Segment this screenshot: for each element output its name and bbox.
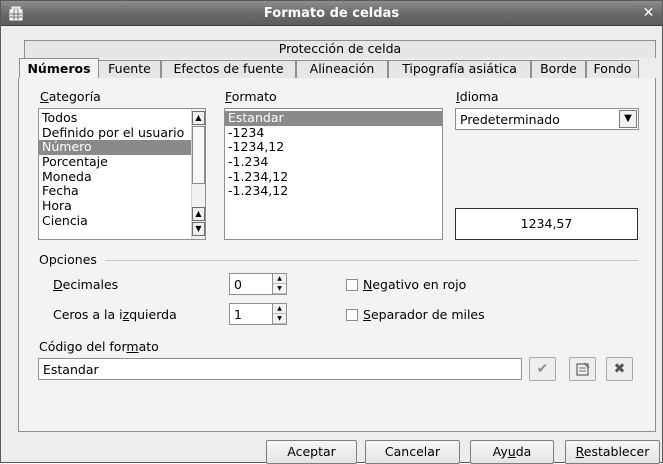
- delete-code-button[interactable]: ✖: [606, 357, 633, 381]
- list-item[interactable]: Porcentaje: [39, 154, 205, 170]
- scroll-down-icon[interactable]: ▼: [192, 222, 205, 236]
- negativo-rojo-label[interactable]: Negativo en rojo: [363, 277, 466, 292]
- tab-fondo[interactable]: Fondo: [586, 60, 639, 78]
- idioma-label-rest: dioma: [459, 89, 499, 104]
- decrement-icon[interactable]: ▼: [273, 314, 286, 324]
- decimales-value[interactable]: 0: [234, 277, 242, 292]
- ayuda-button[interactable]: Ayuda: [470, 440, 554, 464]
- tab-efectos-fuente[interactable]: Efectos de fuente: [161, 60, 296, 78]
- formato-label-rest: ormato: [231, 89, 277, 104]
- list-item[interactable]: -1.234: [225, 154, 442, 170]
- close-icon[interactable]: ✕: [641, 6, 656, 21]
- formato-listbox[interactable]: Estandar -1234 -1234,12 -1.234 -1.234,12…: [224, 108, 443, 240]
- ceros-label: Ceros a la izquierda: [53, 307, 177, 322]
- list-item[interactable]: -1.234,12: [225, 184, 442, 199]
- window-title: Formato de celdas: [263, 6, 400, 21]
- codigo-formato-value[interactable]: Estandar: [43, 362, 99, 377]
- format-preview: 1234,57: [455, 208, 638, 240]
- tab-proteccion-celda[interactable]: Protección de celda: [24, 40, 656, 58]
- scroll-up-icon[interactable]: ▲: [192, 111, 205, 125]
- codigo-formato-input[interactable]: Estandar: [38, 358, 522, 380]
- list-item[interactable]: Moneda: [39, 169, 205, 185]
- list-item-selected[interactable]: Estandar: [225, 110, 442, 126]
- stepper-buttons[interactable]: ▲ ▼: [272, 274, 286, 294]
- edit-comment-button[interactable]: [569, 357, 596, 381]
- formato-label: Formato: [225, 89, 277, 104]
- decimales-stepper[interactable]: 0 ▲ ▼: [229, 273, 287, 295]
- tab-numeros[interactable]: Números: [19, 58, 99, 78]
- tab-alineacion[interactable]: Alineación: [296, 60, 388, 78]
- decimales-label-rest: ecimales: [62, 277, 119, 292]
- ceros-stepper[interactable]: 1 ▲ ▼: [229, 303, 287, 325]
- separador-miles-label[interactable]: Separador de miles: [363, 307, 485, 322]
- increment-icon[interactable]: ▲: [273, 274, 286, 284]
- list-item[interactable]: Definido por el usuario: [39, 125, 205, 141]
- categoria-scrollbar[interactable]: ▲ ▲ ▼: [191, 109, 205, 239]
- decrement-icon[interactable]: ▼: [273, 284, 286, 294]
- opciones-section-label: Opciones: [39, 252, 97, 267]
- chevron-down-icon[interactable]: ▼: [619, 110, 637, 128]
- aceptar-button[interactable]: Aceptar: [266, 440, 357, 464]
- edit-comment-icon: [575, 362, 590, 376]
- ceros-value[interactable]: 1: [234, 307, 242, 322]
- title-bar[interactable]: Formato de celdas ✕: [1, 1, 662, 26]
- categoria-listbox[interactable]: Todos Definido por el usuario Número Por…: [38, 108, 206, 240]
- opciones-separator: [105, 260, 638, 261]
- stepper-buttons[interactable]: ▲ ▼: [272, 304, 286, 324]
- increment-icon[interactable]: ▲: [273, 304, 286, 314]
- idioma-value: Predeterminado: [460, 112, 560, 127]
- idioma-dropdown[interactable]: Predeterminado ▼: [455, 108, 639, 130]
- cancelar-button[interactable]: Cancelar: [365, 440, 460, 464]
- checkmark-icon: ✔: [536, 361, 549, 377]
- list-item[interactable]: Ciencia: [39, 213, 205, 229]
- list-item[interactable]: -1.234,12: [225, 169, 442, 185]
- tab-fuente[interactable]: Fuente: [99, 60, 161, 78]
- codigo-formato-label: Código del formato: [39, 339, 159, 354]
- tab-borde[interactable]: Borde: [531, 60, 586, 78]
- scroll-up-icon[interactable]: ▲: [192, 207, 205, 221]
- format-cells-dialog: Formato de celdas ✕ Protección de celda …: [0, 0, 663, 464]
- list-item[interactable]: -1234,12: [225, 140, 442, 155]
- categoria-label-rest: ategoría: [48, 89, 101, 104]
- list-item-selected[interactable]: Número: [39, 140, 205, 156]
- list-item[interactable]: Fecha: [39, 184, 205, 199]
- restablecer-button[interactable]: Restablecer: [565, 440, 660, 464]
- delete-x-icon: ✖: [613, 361, 626, 377]
- list-item[interactable]: Todos: [39, 110, 205, 126]
- tab-row-2: Números Fuente Efectos de fuente Alineac…: [19, 58, 639, 78]
- negativo-rojo-checkbox[interactable]: [346, 279, 358, 291]
- list-item[interactable]: Hora: [39, 198, 205, 214]
- idioma-label: Idioma: [456, 89, 499, 104]
- tab-row-1: Protección de celda: [24, 40, 656, 58]
- accept-code-button[interactable]: ✔: [529, 357, 556, 381]
- tab-tipografia-asiatica[interactable]: Tipografía asiática: [388, 60, 531, 78]
- separador-miles-checkbox[interactable]: [346, 309, 358, 321]
- scroll-thumb[interactable]: [192, 126, 205, 184]
- categoria-label: Categoría: [40, 89, 101, 104]
- list-item[interactable]: -1234: [225, 125, 442, 141]
- decimales-label: Decimales: [53, 277, 119, 292]
